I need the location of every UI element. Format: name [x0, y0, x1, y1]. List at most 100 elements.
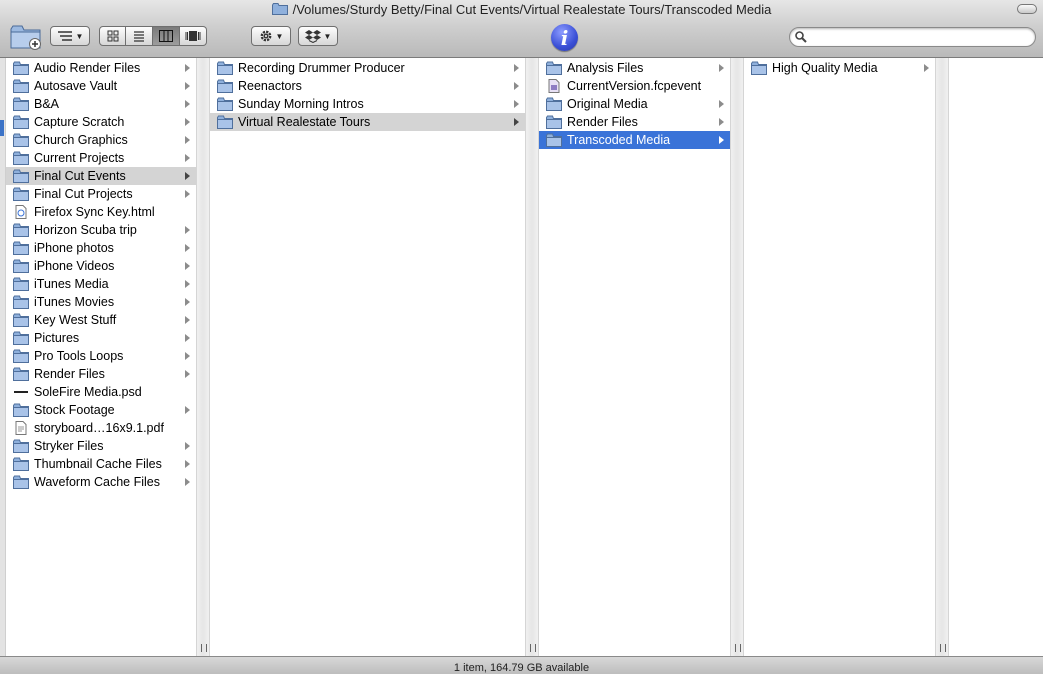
- list-item[interactable]: CurrentVersion.fcpevent: [539, 77, 730, 95]
- list-item[interactable]: B&A: [6, 95, 196, 113]
- list-item[interactable]: iPhone photos: [6, 239, 196, 257]
- html-document-icon: [15, 205, 27, 219]
- item-label: Stryker Files: [34, 439, 104, 453]
- arrange-button[interactable]: ▼: [50, 26, 90, 46]
- list-item[interactable]: Firefox Sync Key.html: [6, 203, 196, 221]
- column-view-button[interactable]: [153, 26, 180, 46]
- list-item[interactable]: Final Cut Events: [6, 167, 196, 185]
- item-label: Waveform Cache Files: [34, 475, 160, 489]
- list-item[interactable]: Final Cut Projects: [6, 185, 196, 203]
- item-label: Render Files: [567, 115, 638, 129]
- list-item[interactable]: iTunes Movies: [6, 293, 196, 311]
- column-resize-handle[interactable]: [196, 58, 210, 656]
- disclosure-arrow-icon: [185, 316, 190, 324]
- browser-column-4[interactable]: High Quality Media: [744, 58, 935, 656]
- disclosure-arrow-icon: [185, 118, 190, 126]
- list-item[interactable]: High Quality Media: [744, 59, 935, 77]
- status-text: 1 item, 164.79 GB available: [453, 662, 590, 674]
- browser-column-1[interactable]: Audio Render Files Autosave Vault B&A Captu…: [6, 58, 196, 656]
- dropbox-button[interactable]: ▼: [298, 26, 338, 46]
- list-item[interactable]: Current Projects: [6, 149, 196, 167]
- folder-icon: [13, 349, 29, 363]
- list-item[interactable]: Thumbnail Cache Files: [6, 455, 196, 473]
- list-item[interactable]: storyboard…16x9.1.pdf: [6, 419, 196, 437]
- folder-icon: [13, 439, 29, 453]
- browser-column-2[interactable]: Recording Drummer Producer Reenactors Sund…: [210, 58, 525, 656]
- item-label: Virtual Realestate Tours: [238, 115, 371, 129]
- item-label: SoleFire Media.psd: [34, 385, 142, 399]
- disclosure-arrow-icon: [719, 136, 724, 144]
- disclosure-arrow-icon: [185, 190, 190, 198]
- browser-column-3[interactable]: Analysis Files CurrentVersion.fcpevent Ori…: [539, 58, 730, 656]
- disclosure-arrow-icon: [185, 64, 190, 72]
- item-label: Recording Drummer Producer: [238, 61, 405, 75]
- list-item[interactable]: Horizon Scuba trip: [6, 221, 196, 239]
- list-item[interactable]: iTunes Media: [6, 275, 196, 293]
- folder-icon: [13, 115, 29, 129]
- folder-icon: [751, 61, 767, 75]
- list-item[interactable]: Render Files: [539, 113, 730, 131]
- list-item[interactable]: Pictures: [6, 329, 196, 347]
- list-item[interactable]: Waveform Cache Files: [6, 473, 196, 491]
- search-input[interactable]: [812, 29, 1031, 47]
- list-item[interactable]: Autosave Vault: [6, 77, 196, 95]
- psd-document-icon: [14, 391, 28, 393]
- list-item[interactable]: Audio Render Files: [6, 59, 196, 77]
- search-field[interactable]: [789, 27, 1036, 47]
- view-mode-control: [99, 26, 207, 46]
- list-item[interactable]: Capture Scratch: [6, 113, 196, 131]
- new-folder-icon[interactable]: [10, 24, 42, 50]
- list-item[interactable]: Render Files: [6, 365, 196, 383]
- icon-view-icon: [107, 30, 118, 42]
- arrange-icon: [57, 31, 72, 41]
- list-item[interactable]: Stryker Files: [6, 437, 196, 455]
- list-item[interactable]: Recording Drummer Producer: [210, 59, 525, 77]
- cover-flow-view-button[interactable]: [180, 26, 207, 46]
- list-item[interactable]: Transcoded Media: [539, 131, 730, 149]
- list-item[interactable]: Key West Stuff: [6, 311, 196, 329]
- list-item[interactable]: Virtual Realestate Tours: [210, 113, 525, 131]
- list-item[interactable]: Church Graphics: [6, 131, 196, 149]
- list-item[interactable]: Pro Tools Loops: [6, 347, 196, 365]
- disclosure-arrow-icon: [185, 334, 190, 342]
- list-view-icon: [134, 31, 144, 42]
- list-item[interactable]: Reenactors: [210, 77, 525, 95]
- item-label: Church Graphics: [34, 133, 128, 147]
- disclosure-arrow-icon: [514, 100, 519, 108]
- icon-view-button[interactable]: [99, 26, 126, 46]
- folder-icon: [546, 97, 562, 111]
- list-item[interactable]: Original Media: [539, 95, 730, 113]
- cover-flow-view-icon: [185, 31, 201, 41]
- get-info-button[interactable]: i: [551, 24, 578, 51]
- item-label: Final Cut Events: [34, 169, 126, 183]
- column-resize-handle[interactable]: [935, 58, 949, 656]
- folder-icon: [13, 403, 29, 417]
- disclosure-arrow-icon: [185, 154, 190, 162]
- item-label: Capture Scratch: [34, 115, 125, 129]
- list-item[interactable]: SoleFire Media.psd: [6, 383, 196, 401]
- list-item[interactable]: iPhone Videos: [6, 257, 196, 275]
- item-label: Original Media: [567, 97, 648, 111]
- item-label: iPhone photos: [34, 241, 114, 255]
- disclosure-arrow-icon: [185, 460, 190, 468]
- disclosure-arrow-icon: [185, 172, 190, 180]
- resize-grip-icon: [735, 644, 741, 652]
- column-resize-handle[interactable]: [525, 58, 539, 656]
- toolbar-toggle-button[interactable]: [1017, 4, 1037, 14]
- list-item[interactable]: Analysis Files: [539, 59, 730, 77]
- list-view-button[interactable]: [126, 26, 153, 46]
- item-label: iTunes Media: [34, 277, 109, 291]
- browser-column-empty[interactable]: [949, 58, 1043, 656]
- column-resize-handle[interactable]: [730, 58, 744, 656]
- list-item[interactable]: Stock Footage: [6, 401, 196, 419]
- search-icon: [795, 31, 807, 43]
- item-label: Thumbnail Cache Files: [34, 457, 162, 471]
- action-button[interactable]: ▼: [251, 26, 291, 46]
- folder-icon: [13, 295, 29, 309]
- folder-icon: [13, 169, 29, 183]
- window-title: /Volumes/Sturdy Betty/Final Cut Events/V…: [292, 1, 772, 17]
- folder-icon: [546, 133, 562, 147]
- item-label: Analysis Files: [567, 61, 644, 75]
- disclosure-arrow-icon: [514, 118, 519, 126]
- list-item[interactable]: Sunday Morning Intros: [210, 95, 525, 113]
